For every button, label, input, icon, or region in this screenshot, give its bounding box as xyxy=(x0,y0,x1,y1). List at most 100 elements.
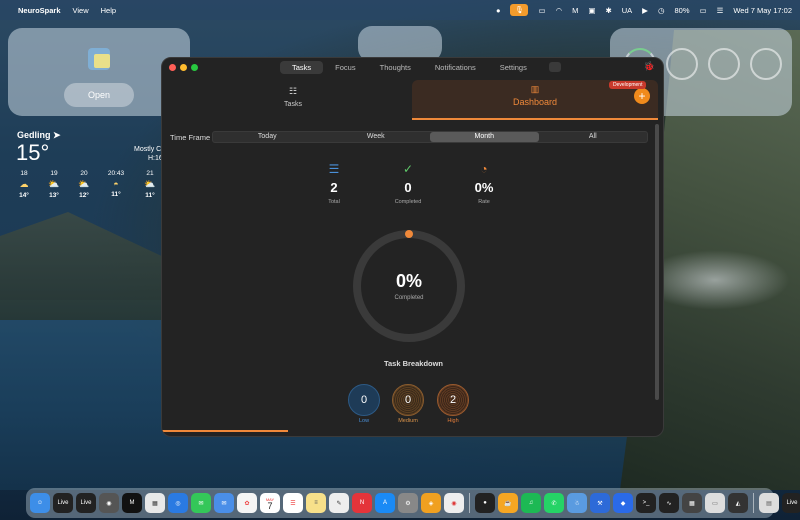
timeframe-month[interactable]: Month xyxy=(430,132,539,142)
stat-completed: ✓ 0 Completed xyxy=(378,162,438,205)
app-icon[interactable]: ● xyxy=(475,493,495,513)
news-icon[interactable]: N xyxy=(352,493,372,513)
minimize-window-button[interactable] xyxy=(180,64,187,71)
live-app-icon[interactable]: Live xyxy=(53,493,73,513)
pie-chart-icon: ◔ xyxy=(480,162,488,176)
priority-medium-circle: 0 xyxy=(392,384,424,416)
display-icon[interactable]: ▭ xyxy=(538,6,545,15)
battery-icon[interactable]: ▭ xyxy=(700,6,707,15)
stat-rate: ◔ 0% Rate xyxy=(454,162,514,205)
open-button[interactable]: Open xyxy=(64,83,134,107)
partly-cloudy-icon: ⛅ xyxy=(48,179,60,189)
stat-total-label: Total xyxy=(328,199,340,205)
nav-tasks[interactable]: ☷ Tasks xyxy=(258,86,328,108)
dock-separator xyxy=(469,493,470,513)
ring-percent: 0% xyxy=(395,271,422,291)
app-icon[interactable]: ◈ xyxy=(421,493,441,513)
cloud-icon: ☁ xyxy=(19,179,29,189)
wallpaper-hill-left xyxy=(0,212,170,320)
weather-widget[interactable]: Gedling ➤ 15° Mostly C H:16 18 ☁ 14° 19 ⛅ 13… xyxy=(8,124,164,206)
timeframe-week[interactable]: Week xyxy=(322,132,431,142)
tab-settings[interactable]: Settings xyxy=(488,61,539,74)
timeframe-all[interactable]: All xyxy=(539,132,648,142)
add-task-button[interactable]: + xyxy=(634,88,650,104)
priority-medium-value: 0 xyxy=(404,394,412,406)
list-checkbox-icon: ☷ xyxy=(288,86,298,96)
record-icon[interactable]: ● xyxy=(496,6,501,15)
mail-icon[interactable]: ✉ xyxy=(214,493,234,513)
freeform-icon[interactable]: ✎ xyxy=(329,493,349,513)
input-source[interactable]: UA xyxy=(622,6,632,15)
partly-cloudy-icon: ⛅ xyxy=(78,179,90,189)
tab-tasks[interactable]: Tasks xyxy=(280,61,324,74)
play-icon[interactable]: ▶ xyxy=(642,6,648,15)
nav-dashboard-label: Dashboard xyxy=(512,97,558,107)
stat-completed-value: 0 xyxy=(404,180,412,195)
datetime[interactable]: Wed 7 May 17:02 xyxy=(733,6,792,15)
safari-icon[interactable]: ◎ xyxy=(168,493,188,513)
xcode-icon[interactable]: ⚒ xyxy=(590,493,610,513)
microphone-icon[interactable]: 🎙 xyxy=(510,4,529,16)
stat-total-value: 2 xyxy=(330,180,338,195)
app-icon[interactable]: ◆ xyxy=(613,493,633,513)
view-switcher: ☷ Tasks ▥ Dashboard + xyxy=(162,78,663,122)
tab-extra-button[interactable] xyxy=(548,62,561,72)
app-menu[interactable]: NeuroSpark xyxy=(18,6,61,15)
downloads-folder-icon[interactable]: ▤ xyxy=(759,493,779,513)
forecast-item: 19 ⛅ 13° xyxy=(42,170,66,199)
timeframe-segmented: Today Week Month All xyxy=(212,131,648,143)
menu-help[interactable]: Help xyxy=(101,6,116,15)
forecast-item: 20 ⛅ 12° xyxy=(72,170,96,199)
activity-monitor-icon[interactable]: ∿ xyxy=(659,493,679,513)
app-store-icon[interactable]: A xyxy=(375,493,395,513)
live-app-icon[interactable]: Live xyxy=(782,493,800,513)
app-window: Tasks Focus Thoughts Notifications Setti… xyxy=(161,57,664,437)
app-icon[interactable]: ☃ xyxy=(567,493,587,513)
app-icon[interactable]: ▭ xyxy=(705,493,725,513)
priority-low-circle: 0 xyxy=(348,384,380,416)
notes-icon[interactable]: ≡ xyxy=(306,493,326,513)
priority-low-value: 0 xyxy=(360,394,368,406)
bluetooth-icon[interactable]: ✱ xyxy=(605,6,611,15)
breakdown-title: Task Breakdown xyxy=(383,359,444,368)
tab-thoughts[interactable]: Thoughts xyxy=(368,61,423,74)
menu-view[interactable]: View xyxy=(73,6,89,15)
forecast-item: 18 ☁ 14° xyxy=(12,170,36,199)
tab-focus[interactable]: Focus xyxy=(323,61,367,74)
gmail-icon[interactable]: M xyxy=(572,6,578,15)
photos-icon[interactable]: ✿ xyxy=(237,493,257,513)
terminal-icon[interactable]: >_ xyxy=(636,493,656,513)
checkmark-circle-icon: ✓ xyxy=(402,162,414,176)
clock-icon[interactable]: ◷ xyxy=(658,6,665,15)
bug-icon[interactable]: 🐞 xyxy=(644,61,655,72)
development-badge: Development xyxy=(609,81,647,89)
app-icon[interactable]: ◭ xyxy=(728,493,748,513)
priority-high-value: 2 xyxy=(449,394,457,406)
tab-notifications[interactable]: Notifications xyxy=(423,61,488,74)
forecast-item: 21 ⛅ 11° xyxy=(138,170,162,199)
mixer-app-icon[interactable]: M xyxy=(122,493,142,513)
app-icon[interactable]: ◉ xyxy=(99,493,119,513)
calculator-icon[interactable]: ▦ xyxy=(682,493,702,513)
battery-ring xyxy=(708,48,740,80)
calendar-icon[interactable]: MAY 7 xyxy=(260,493,280,513)
chrome-icon[interactable]: ◉ xyxy=(444,493,464,513)
battery-percent[interactable]: 80% xyxy=(675,6,690,15)
launchpad-icon[interactable]: ▦ xyxy=(145,493,165,513)
menu-extra-icon[interactable]: ▣ xyxy=(588,6,595,15)
wifi-icon[interactable]: ◠ xyxy=(556,6,563,15)
reminders-icon[interactable]: ☰ xyxy=(283,493,303,513)
control-center-icon[interactable]: ☰ xyxy=(717,6,724,15)
timeframe-today[interactable]: Today xyxy=(213,132,322,142)
close-window-button[interactable] xyxy=(169,64,176,71)
spotify-icon[interactable]: ♫ xyxy=(521,493,541,513)
scrollbar[interactable] xyxy=(655,124,659,400)
live-app-icon[interactable]: Live xyxy=(76,493,96,513)
zoom-window-button[interactable] xyxy=(191,64,198,71)
messages-icon[interactable]: ✉ xyxy=(191,493,211,513)
whatsapp-icon[interactable]: ✆ xyxy=(544,493,564,513)
priority-high-label: High xyxy=(447,418,459,424)
app-icon[interactable]: ☕ xyxy=(498,493,518,513)
finder-icon[interactable]: ☺ xyxy=(30,493,50,513)
system-settings-icon[interactable]: ⚙ xyxy=(398,493,418,513)
